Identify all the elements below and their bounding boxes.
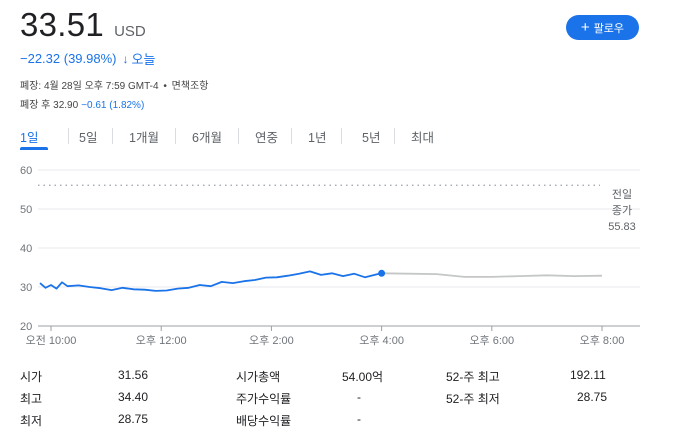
current-price: 33.51 xyxy=(20,6,105,43)
tab-1m[interactable]: 1개월 xyxy=(129,124,167,150)
previous-close-label: 종가 xyxy=(612,204,632,217)
previous-close-value: 55.83 xyxy=(608,221,636,233)
close-info: 폐장: 4월 28일 오후 7:59 GMT-4 • 면책조항 xyxy=(20,77,208,92)
after-hours-info: 폐장 후 32.90 −0.61 (1.82%) xyxy=(20,96,144,111)
arrow-down-icon: ↓ xyxy=(122,51,129,66)
close-time: 폐장: 4월 28일 오후 7:59 GMT-4 xyxy=(20,81,159,92)
price-change: −22.32 (39.98%) ↓ 오늘 xyxy=(20,49,155,68)
stat-value-52w-high: 192.11 xyxy=(570,368,606,382)
y-tick-label: 40 xyxy=(20,243,32,255)
tab-ytd[interactable]: 연중 xyxy=(255,124,283,150)
stat-label-high: 최고 xyxy=(20,392,43,406)
price-line xyxy=(39,270,382,292)
y-tick-label: 30 xyxy=(20,282,32,294)
stat-label-low: 최저 xyxy=(20,414,43,428)
follow-button-label: 팔로우 xyxy=(593,22,625,35)
tab-divider xyxy=(112,128,113,144)
tab-divider xyxy=(175,128,176,144)
stat-label-pe-ratio: 주가수익률 xyxy=(236,392,292,406)
change-period: 오늘 xyxy=(131,52,156,67)
tab-1y[interactable]: 1년 xyxy=(308,124,330,150)
stat-label-52w-low: 52-주 최저 xyxy=(446,392,500,406)
y-tick-label: 20 xyxy=(20,321,32,333)
stat-value-52w-low: 28.75 xyxy=(577,390,608,404)
stat-value-low: 28.75 xyxy=(118,412,149,426)
stat-value-dividend-yield: - xyxy=(357,412,361,426)
tab-6m[interactable]: 6개월 xyxy=(192,124,230,150)
previous-close-label: 전일 xyxy=(612,187,632,201)
range-tabs: 1일 5일 1개월 6개월 연중 1년 5년 최대 xyxy=(20,124,441,150)
tab-5y[interactable]: 5년 xyxy=(362,124,384,150)
tab-1d[interactable]: 1일 xyxy=(20,124,48,150)
tab-max[interactable]: 최대 xyxy=(411,124,441,150)
tab-divider xyxy=(394,128,395,144)
stat-value-high: 34.40 xyxy=(118,390,149,404)
stat-label-market-cap: 시가총액 xyxy=(236,370,281,384)
x-tick-label: 오후 12:00 xyxy=(136,334,187,347)
stat-value-market-cap: 54.00억 xyxy=(342,370,384,384)
tab-divider xyxy=(238,128,239,144)
tab-divider xyxy=(68,128,69,144)
tab-divider xyxy=(291,128,292,144)
disclaimer-link[interactable]: 면책조항 xyxy=(172,81,209,92)
separator-dot: • xyxy=(163,81,167,92)
stat-value-pe-ratio: - xyxy=(357,390,361,404)
stat-label-open: 시가 xyxy=(20,370,43,384)
after-hours-change: −0.61 (1.82%) xyxy=(81,100,145,111)
x-tick-label: 오후 2:00 xyxy=(249,334,294,347)
y-tick-label: 60 xyxy=(20,165,32,177)
y-tick-label: 50 xyxy=(20,204,32,216)
follow-button[interactable]: + 팔로우 xyxy=(566,15,639,40)
currency-label: USD xyxy=(114,23,146,40)
price-header: 33.51 USD xyxy=(20,6,146,44)
x-tick-label: 오전 10:00 xyxy=(26,334,77,347)
stat-value-open: 31.56 xyxy=(118,368,149,382)
tab-divider xyxy=(341,128,342,144)
tab-5d[interactable]: 5일 xyxy=(79,124,105,150)
x-tick-label: 오후 4:00 xyxy=(359,334,404,347)
x-tick-label: 오후 8:00 xyxy=(580,334,625,347)
stat-label-52w-high: 52-주 최고 xyxy=(446,370,500,384)
current-price-dot xyxy=(378,269,386,277)
x-tick-label: 오후 6:00 xyxy=(469,334,514,347)
after-hours-line xyxy=(381,272,603,278)
price-chart[interactable]: 60 50 40 30 20오전 10:00 오후 12:00 오후 2:00 오후 4:00… xyxy=(0,160,685,355)
stat-label-dividend-yield: 배당수익률 xyxy=(236,414,292,428)
after-hours-price: 폐장 후 32.90 xyxy=(20,100,79,111)
plus-icon: + xyxy=(580,19,590,36)
change-value: −22.32 (39.98%) xyxy=(20,51,117,66)
